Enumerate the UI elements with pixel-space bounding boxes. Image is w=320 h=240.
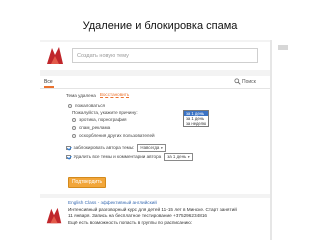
block-author-label: заблокировать автора темы: bbox=[73, 145, 135, 151]
page-edge bbox=[270, 40, 272, 240]
topic-feed: Все Поиск Тема удалена Восстановить пожа… bbox=[40, 76, 270, 194]
post-card: English Class - эффективный английский И… bbox=[40, 198, 270, 240]
block-author-checkbox[interactable] bbox=[66, 145, 71, 150]
post-body: English Class - эффективный английский И… bbox=[68, 200, 264, 226]
reason-radio-2[interactable] bbox=[72, 125, 76, 130]
tab-active-indicator bbox=[44, 86, 54, 88]
chevron-down-icon: ▼ bbox=[187, 155, 191, 159]
post-line-3: Ещё есть возможность попасть в группы по… bbox=[68, 219, 193, 225]
group-logo-icon bbox=[46, 207, 62, 224]
reason-option-2[interactable]: спам_реклама bbox=[72, 125, 110, 130]
period-option-3[interactable]: за неделю bbox=[184, 121, 208, 126]
group-logo-icon bbox=[47, 47, 63, 64]
tab-all[interactable]: Все bbox=[44, 79, 53, 85]
period-dropdown[interactable]: за 1 день за 1 день за неделю bbox=[183, 110, 209, 127]
topic-deleted-label: Тема удалена bbox=[66, 92, 96, 98]
block-author-option[interactable]: заблокировать автора темы: Навсегда▼ bbox=[66, 144, 167, 152]
reason-label-3: оскорбления других пользователей bbox=[79, 133, 155, 138]
reason-label-1: эротика, порнография bbox=[79, 117, 127, 122]
block-duration-value: Навсегда bbox=[140, 145, 160, 150]
new-topic-input[interactable]: Создать новую тему bbox=[72, 48, 258, 63]
reason-radio-3[interactable] bbox=[72, 133, 76, 138]
delete-period-value: за 1 день bbox=[167, 154, 187, 159]
delete-period-select[interactable]: за 1 день▼ bbox=[164, 153, 194, 161]
screenshot: Создать новую тему Все Поиск Тема удален… bbox=[40, 40, 270, 240]
create-topic-panel: Создать новую тему bbox=[40, 42, 270, 70]
reason-option-3[interactable]: оскорбления других пользователей bbox=[72, 133, 155, 138]
confirm-button[interactable]: Подтвердить bbox=[68, 177, 106, 188]
side-element bbox=[278, 45, 288, 50]
tab-bar: Все Поиск bbox=[40, 76, 270, 89]
delete-all-checkbox[interactable] bbox=[66, 154, 71, 159]
restore-link[interactable]: Восстановить bbox=[99, 92, 130, 98]
complain-radio[interactable] bbox=[68, 103, 72, 108]
search-label[interactable]: Поиск bbox=[242, 79, 256, 85]
reason-hint: Пожалуйста, укажите причину: bbox=[72, 110, 138, 115]
complain-option[interactable]: пожаловаться bbox=[68, 103, 105, 108]
complain-label: пожаловаться bbox=[75, 103, 106, 108]
chevron-down-icon: ▼ bbox=[160, 146, 164, 150]
reason-radio-1[interactable] bbox=[72, 117, 76, 122]
search-icon[interactable] bbox=[234, 78, 241, 85]
reason-option-1[interactable]: эротика, порнография bbox=[72, 117, 127, 122]
block-duration-select[interactable]: Навсегда▼ bbox=[137, 144, 167, 152]
delete-all-label: Удалить все темы и комментарии автора bbox=[73, 154, 162, 160]
slide-title: Удаление и блокировка спама bbox=[82, 20, 238, 32]
reason-label-2: спам_реклама bbox=[79, 125, 111, 130]
delete-all-option[interactable]: Удалить все темы и комментарии автора за… bbox=[66, 153, 194, 161]
